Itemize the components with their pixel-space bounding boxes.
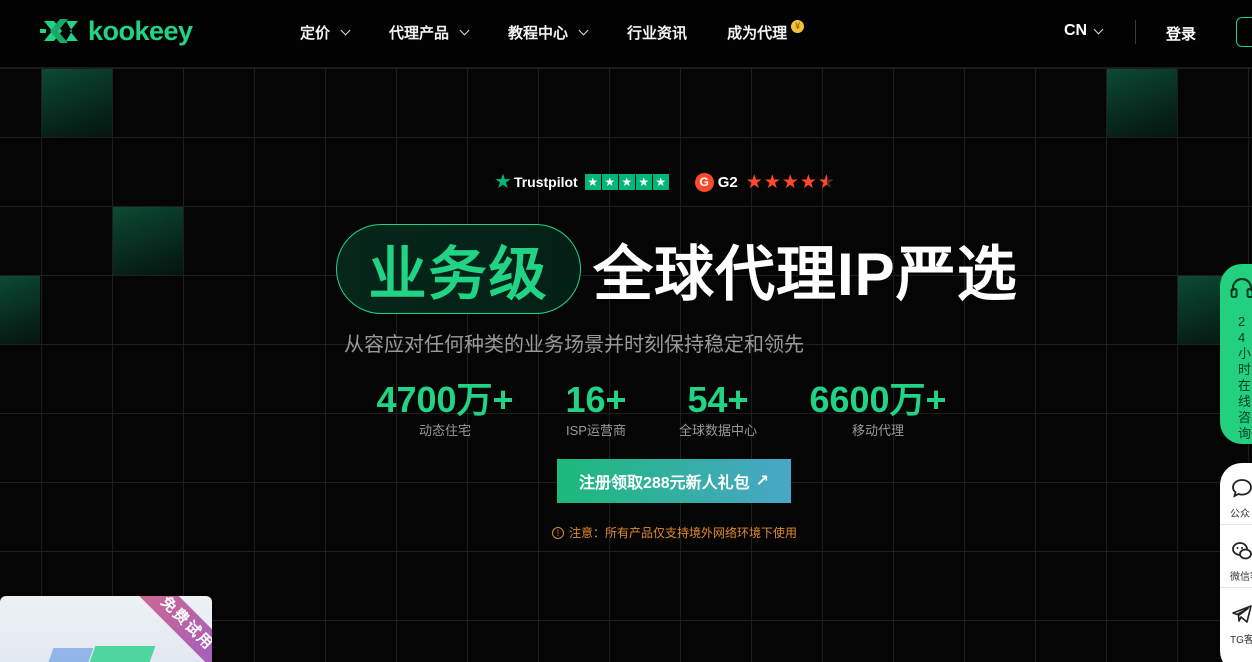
cta-label: 注册领取288元新人礼包 <box>578 475 750 492</box>
hero-headline: 业务级 全球代理IP严选 <box>336 224 1018 314</box>
arrow-up-right-icon: ↗ <box>755 473 770 490</box>
telegram-icon <box>1232 605 1252 623</box>
trustpilot-rating: ★ ★ ★ ★ ★ <box>584 174 669 190</box>
nav-item-label: 教程中心 <box>508 24 569 42</box>
half-star-icon: ★★ <box>817 171 836 193</box>
nav-item-tutorials[interactable]: 教程中心 <box>508 22 589 43</box>
header-divider <box>1135 20 1136 44</box>
wechat-icon <box>1232 542 1252 560</box>
stat-value: 6600万+ <box>809 379 947 420</box>
nav-item-become-agent[interactable]: 成为代理 ¥ <box>727 19 805 43</box>
chevron-down-icon <box>459 25 470 35</box>
chevron-down-icon <box>1093 24 1104 34</box>
nav-item-label: 成为代理 <box>727 24 788 42</box>
hero-subtitle: 从容应对任何种类的业务场景并时刻保持稳定和领先 <box>344 334 804 356</box>
logo-mark-icon <box>40 19 78 43</box>
trial-illustration <box>84 646 156 662</box>
language-label: CN <box>1064 22 1088 39</box>
free-trial-card[interactable]: 免费试用 <box>0 596 212 662</box>
nav-item-pricing[interactable]: 定价 <box>300 22 351 43</box>
grid-glow-cell <box>113 207 183 275</box>
register-button[interactable] <box>1236 17 1252 47</box>
side-item-wechat[interactable]: 微信客 <box>1220 526 1252 588</box>
stat-isp: 16+ ISP运营商 <box>548 380 644 439</box>
stat-mobile: 6600万+ 移动代理 <box>807 380 949 439</box>
support-label: 24小时在线咨询 <box>1238 314 1252 441</box>
stat-datacenter: 54+ 全球数据中心 <box>668 380 768 439</box>
main-nav: 定价 代理产品 教程中心 行业资讯 成为代理 ¥ <box>300 0 844 64</box>
online-support-button[interactable]: 24小时在线咨询 <box>1220 264 1252 444</box>
nav-item-label: 行业资讯 <box>627 24 688 42</box>
top-navigation-bar: kookeey 定价 代理产品 教程中心 行业资讯 成为代理 ¥ CN 登录 <box>0 0 1252 68</box>
g2-rating: G G2 ★★★★★★ <box>694 171 836 194</box>
side-item-telegram[interactable]: TG客 <box>1220 589 1252 651</box>
trustpilot-star-icon: ★ <box>601 174 618 190</box>
stat-value: 54+ <box>687 379 749 420</box>
contact-side-panel: 公众 微信客 TG客 <box>1220 463 1252 662</box>
notice-text: 注意：所有产品仅支持境外网络环境下使用 <box>569 526 798 540</box>
trustpilot-star-icon: ★ <box>618 174 635 190</box>
nav-item-label: 定价 <box>300 24 331 42</box>
stat-label: ISP运营商 <box>566 423 626 438</box>
language-selector[interactable]: CN <box>1064 22 1104 40</box>
grid-glow-cell <box>1107 69 1177 137</box>
chevron-down-icon <box>578 25 589 35</box>
grid-glow-cell <box>42 69 112 137</box>
side-item-label: 公众 <box>1230 509 1250 520</box>
chevron-down-icon <box>340 25 351 35</box>
coin-icon: ¥ <box>791 19 805 33</box>
stat-value: 4700万+ <box>376 379 514 420</box>
stat-label: 移动代理 <box>851 423 904 438</box>
logo-text: kookeey <box>88 15 193 46</box>
side-item-label: 微信客 <box>1230 572 1252 583</box>
stat-label: 动态住宅 <box>418 423 471 438</box>
stat-value: 16+ <box>565 379 627 420</box>
stat-label: 全球数据中心 <box>678 423 757 438</box>
page: kookeey 定价 代理产品 教程中心 行业资讯 成为代理 ¥ CN 登录 ★… <box>0 0 1252 662</box>
trustpilot-star-icon: ★ <box>635 174 652 190</box>
trustpilot-star-icon: ★ <box>584 174 601 190</box>
hero-pill: 业务级 <box>336 224 581 314</box>
trustpilot-label: Trustpilot <box>513 174 578 190</box>
g2-logo-icon: G <box>694 172 714 192</box>
trial-illustration <box>42 648 94 662</box>
nav-item-label: 代理产品 <box>389 24 450 42</box>
headset-icon <box>1230 278 1252 298</box>
trustpilot-star-icon: ★ <box>652 174 669 190</box>
side-item-official-account[interactable]: 公众 <box>1220 463 1252 525</box>
trustpilot-star-icon: ★ <box>494 171 512 193</box>
nav-item-industry-news[interactable]: 行业资讯 <box>627 22 687 43</box>
nav-item-proxy-products[interactable]: 代理产品 <box>389 22 470 43</box>
ratings-row: ★ Trustpilot ★ ★ ★ ★ ★ G G2 ★★★★★★ <box>494 171 836 193</box>
chat-icon <box>1232 479 1252 498</box>
g2-stars: ★★★★★★ <box>745 171 836 193</box>
side-item-label: TG客 <box>1230 635 1252 646</box>
warning-icon: ! <box>552 526 564 539</box>
signup-cta-button[interactable]: 注册领取288元新人礼包 ↗ <box>557 459 791 503</box>
login-link[interactable]: 登录 <box>1166 23 1196 44</box>
g2-label: G2 <box>717 173 738 191</box>
grid-background <box>0 68 1252 662</box>
hero-title: 全球代理IP严选 <box>593 240 1018 308</box>
stat-residential: 4700万+ 动态住宅 <box>374 380 516 439</box>
logo[interactable]: kookeey <box>40 15 193 47</box>
usage-notice: ! 注意：所有产品仅支持境外网络环境下使用 <box>552 524 797 541</box>
